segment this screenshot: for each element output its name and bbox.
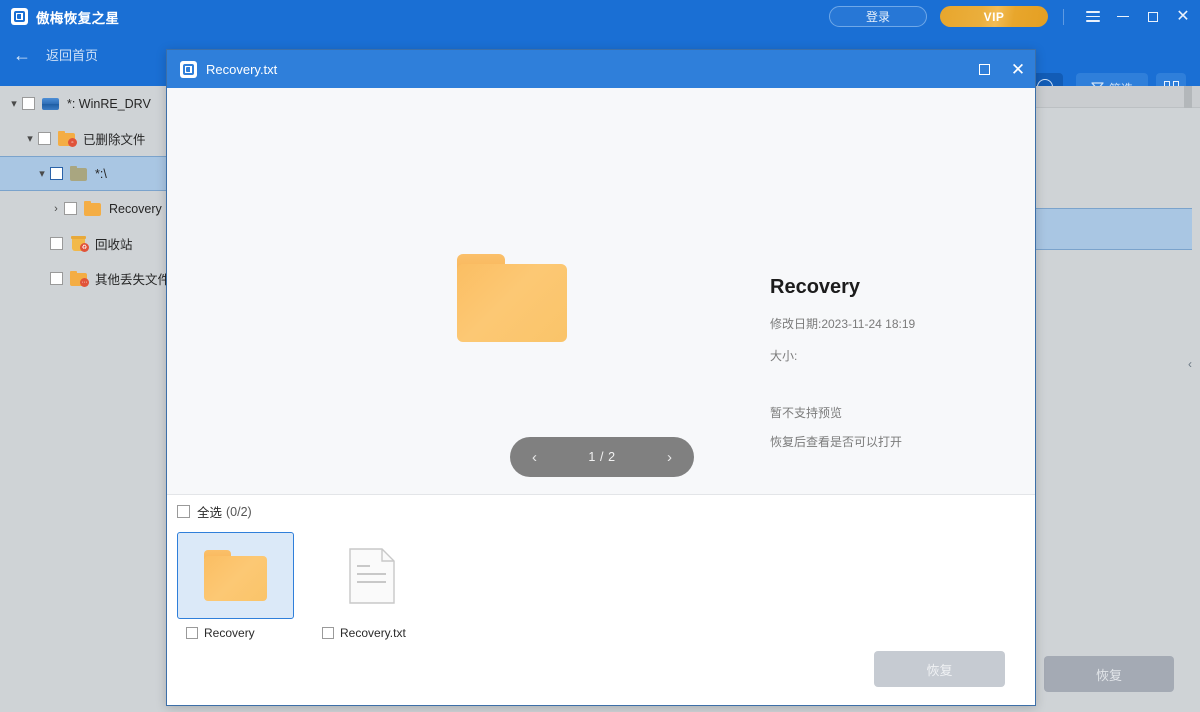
dialog-title: Recovery.txt	[206, 62, 277, 77]
minimize-icon[interactable]	[1108, 0, 1138, 33]
sidebar-item-label: 其他丢失文件	[95, 269, 170, 288]
sidebar-item-label: Recovery	[109, 202, 162, 216]
preview-size: 大小:	[770, 347, 1070, 364]
chevron-down-icon[interactable]: ▾	[34, 167, 50, 180]
folder-dots-icon: ⋯	[70, 271, 88, 286]
restore-button[interactable]: 恢复	[1044, 656, 1174, 692]
app-window: 傲梅恢复之星 登录 VIP ✕ ← 返回首页 筛选	[0, 0, 1200, 712]
thumbnail-image[interactable]	[177, 532, 294, 619]
sidebar-item-label: *: WinRE_DRV	[67, 97, 151, 111]
checkbox[interactable]	[64, 202, 77, 215]
preview-file-name: Recovery	[770, 276, 1070, 299]
select-all-checkbox[interactable]: 全选 (0/2)	[177, 502, 252, 521]
sidebar-item-label: *:\	[95, 167, 107, 181]
thumbnail-caption: Recovery	[177, 626, 294, 640]
app-logo-icon	[11, 8, 28, 25]
arrow-left-icon: ←	[13, 46, 31, 64]
trash-badge-icon: ▫	[68, 138, 77, 147]
dialog-restore-button[interactable]: 恢复	[874, 651, 1005, 687]
checkbox[interactable]	[322, 627, 334, 639]
thumbnail-caption: Recovery.txt	[313, 626, 430, 640]
hamburger-menu-icon[interactable]	[1078, 0, 1108, 33]
sidebar-item-recycle-bin[interactable]: ♻ 回收站	[0, 226, 170, 261]
folder-grey-icon	[70, 166, 88, 181]
checkbox[interactable]	[186, 627, 198, 639]
sidebar-item-deleted-files[interactable]: ▾ ▫ 已删除文件	[0, 121, 170, 156]
folder-trash-icon: ▫	[58, 131, 76, 146]
preview-details: Recovery 修改日期:2023-11-24 18:19 大小: 暂不支持预…	[770, 276, 1070, 450]
login-button[interactable]: 登录	[829, 6, 927, 27]
close-icon[interactable]: ✕	[1168, 0, 1198, 33]
folder-large-icon	[457, 254, 567, 342]
preview-pane: Recovery 修改日期:2023-11-24 18:19 大小: 暂不支持预…	[167, 88, 1035, 494]
app-title: 傲梅恢复之星	[36, 7, 119, 27]
back-home-button[interactable]: ← 返回首页	[13, 45, 98, 64]
close-icon[interactable]: ✕	[1001, 50, 1035, 88]
checkbox[interactable]	[50, 272, 63, 285]
dots-badge-icon: ⋯	[80, 278, 89, 287]
dialog-window-controls: ✕	[967, 50, 1035, 88]
checkbox[interactable]	[22, 97, 35, 110]
list-item[interactable]: Recovery.txt	[313, 532, 430, 640]
checkbox[interactable]	[50, 167, 63, 180]
select-all-count: (0/2)	[226, 505, 252, 519]
list-item[interactable]: Recovery	[177, 532, 294, 640]
chevron-right-icon[interactable]: ›	[667, 450, 672, 465]
preview-dialog: Recovery.txt ✕ Recovery 修改日期:2023-11-24 …	[166, 49, 1036, 706]
scrollbar-thumb[interactable]	[1184, 86, 1192, 108]
page-indicator: 1 / 2	[588, 450, 615, 464]
folder-icon	[84, 201, 102, 216]
checkbox[interactable]	[50, 237, 63, 250]
sidebar-item-label: 已删除文件	[83, 129, 146, 148]
drive-icon	[42, 96, 60, 111]
preview-unsupported-note: 暂不支持预览	[770, 404, 1070, 421]
preview-recover-hint: 恢复后查看是否可以打开	[770, 433, 1070, 450]
back-home-label: 返回首页	[46, 45, 98, 64]
sidebar-item-root-drive[interactable]: ▾ *:\	[0, 156, 170, 191]
sidebar-item-winre-drv[interactable]: ▾ *: WinRE_DRV	[0, 86, 170, 121]
thumbnail-label: Recovery.txt	[340, 626, 406, 640]
title-bar: 傲梅恢复之星 登录 VIP ✕	[0, 0, 1200, 33]
thumbnail-grid: Recovery	[177, 532, 430, 640]
sidebar-item-label: 回收站	[95, 234, 133, 253]
document-icon	[349, 548, 395, 604]
maximize-icon[interactable]	[967, 50, 1001, 88]
preview-pagination: ‹ 1 / 2 ›	[510, 437, 694, 477]
folder-icon	[204, 550, 267, 601]
sidebar-tree: ▾ *: WinRE_DRV ▾ ▫ 已删除文件 ▾ *:\ › Recover…	[0, 86, 170, 712]
vip-button[interactable]: VIP	[940, 6, 1048, 27]
chevron-left-icon[interactable]: ‹	[1184, 352, 1196, 376]
titlebar-actions: 登录 VIP ✕	[829, 0, 1200, 33]
select-all-label: 全选	[197, 502, 222, 521]
app-logo-icon	[180, 61, 197, 78]
divider	[1063, 9, 1064, 25]
recycle-bin-icon: ♻	[70, 236, 88, 251]
maximize-icon[interactable]	[1138, 0, 1168, 33]
thumbnail-panel: 全选 (0/2) Recovery	[167, 494, 1035, 705]
chevron-down-icon[interactable]: ▾	[6, 97, 22, 110]
checkbox[interactable]	[38, 132, 51, 145]
chevron-down-icon[interactable]: ▾	[22, 132, 38, 145]
chevron-right-icon[interactable]: ›	[48, 203, 64, 215]
sidebar-item-other-lost-files[interactable]: ⋯ 其他丢失文件	[0, 261, 170, 296]
recycle-badge-icon: ♻	[80, 243, 89, 252]
sidebar-item-recovery[interactable]: › Recovery	[0, 191, 170, 226]
dialog-title-bar: Recovery.txt ✕	[167, 50, 1035, 88]
thumbnail-image[interactable]	[313, 532, 430, 619]
checkbox[interactable]	[177, 505, 190, 518]
thumbnail-label: Recovery	[204, 626, 255, 640]
chevron-left-icon[interactable]: ‹	[532, 450, 537, 465]
preview-modified-date: 修改日期:2023-11-24 18:19	[770, 315, 1070, 332]
